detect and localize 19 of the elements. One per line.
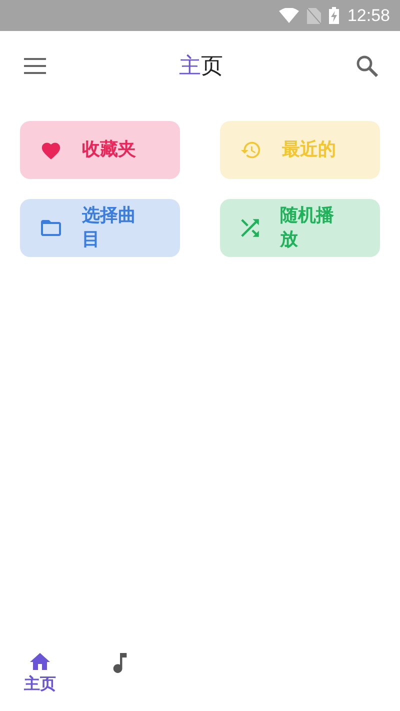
home-icon [30, 653, 50, 670]
battery-charging-icon [329, 7, 340, 24]
favorite-card[interactable]: 收藏夹 [20, 121, 180, 179]
search-icon [356, 55, 378, 77]
page-title: 主页 [179, 53, 223, 81]
wifi-icon [279, 8, 300, 23]
no-sim-icon [307, 8, 322, 24]
folder-card[interactable]: 选择曲目 [20, 199, 180, 257]
status-time: 12:58 [347, 6, 390, 26]
folder-icon [40, 219, 62, 237]
menu-icon [24, 58, 46, 74]
shuffle-icon [240, 218, 260, 238]
heart-icon [40, 140, 62, 160]
history-icon [240, 140, 262, 160]
shuffle-card[interactable]: 随机播放 [220, 199, 380, 257]
home-tab[interactable]: 主页 [0, 653, 80, 695]
search-button[interactable] [356, 55, 378, 77]
music-note-icon [113, 653, 127, 673]
menu-button[interactable] [24, 58, 46, 74]
